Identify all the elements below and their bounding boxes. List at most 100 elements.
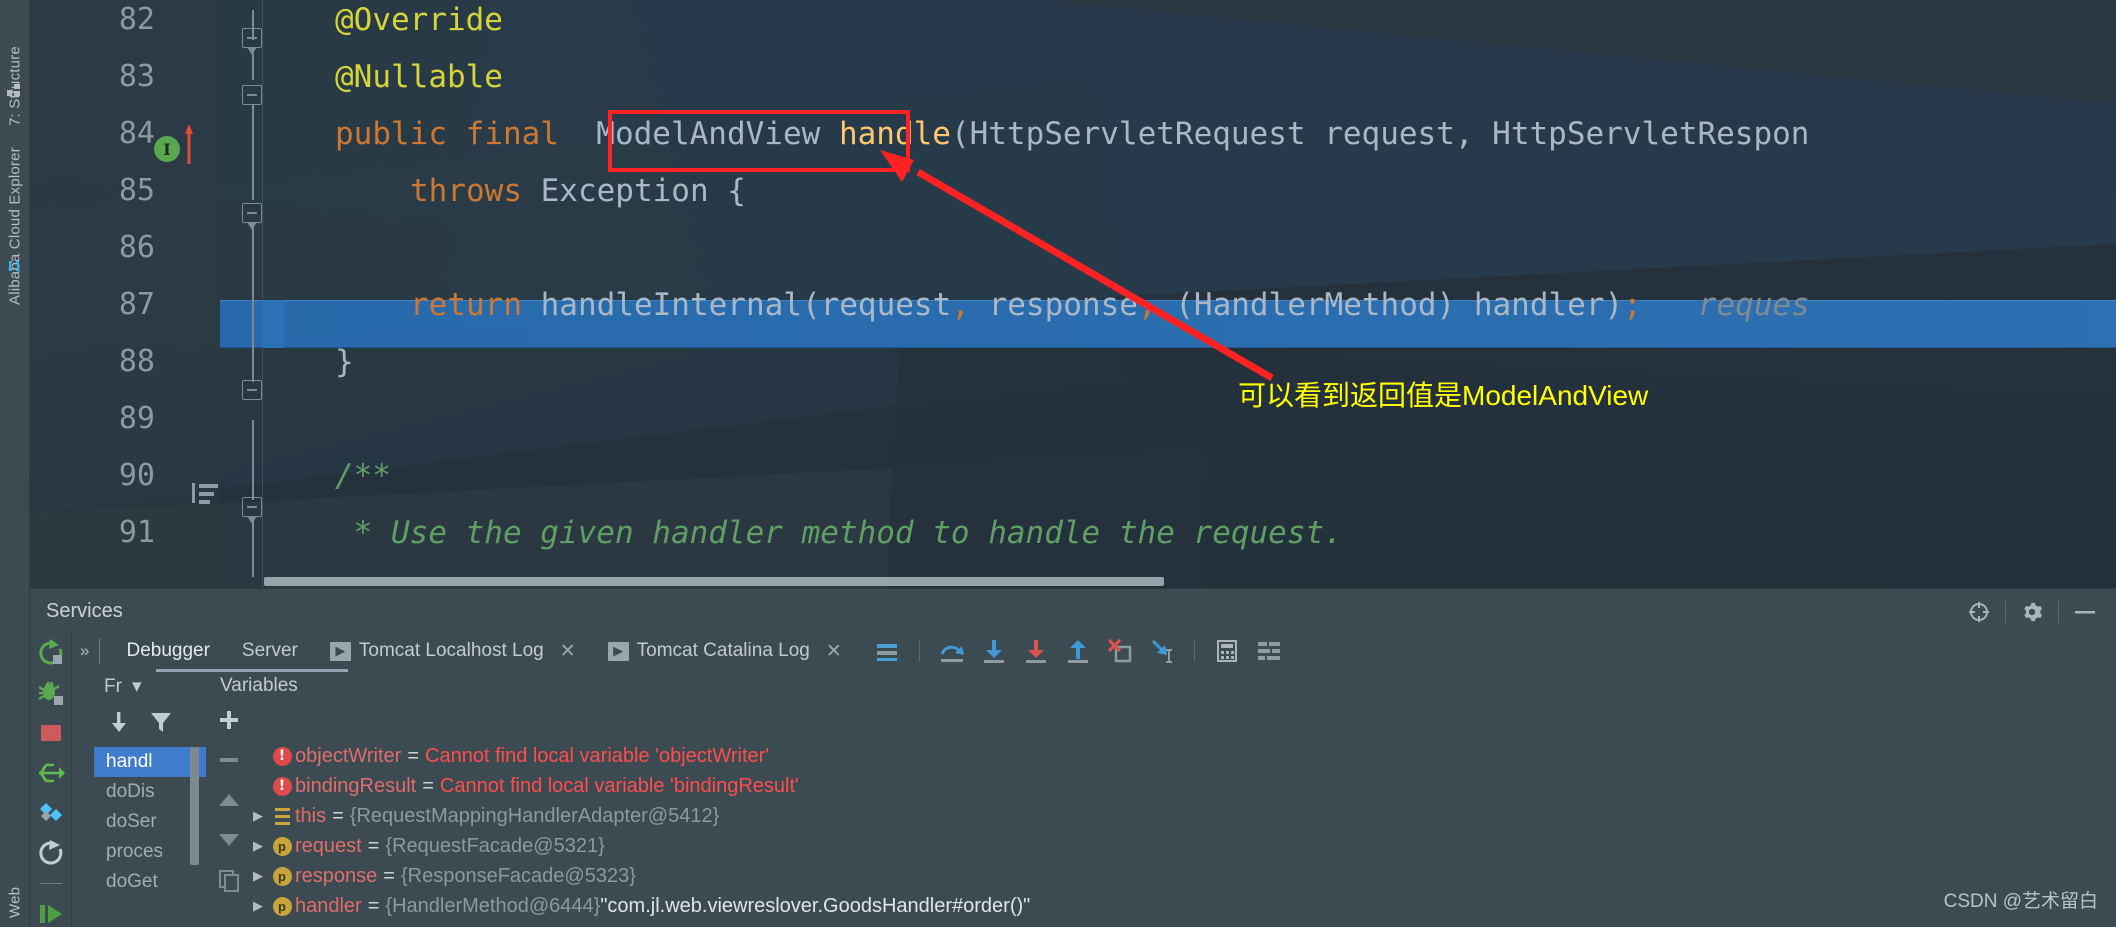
ide-window: I 82 @Override 83 @Nullable 84 public final M… bbox=[0, 0, 2116, 927]
variable-equals: = bbox=[367, 894, 380, 917]
chevron-down-icon[interactable]: ▾ bbox=[132, 675, 142, 698]
code-editor[interactable]: I 82 @Override 83 @Nullable 84 public final M… bbox=[30, 0, 2116, 588]
down-triangle-icon[interactable] bbox=[212, 823, 246, 857]
code-line[interactable]: throws Exception { bbox=[410, 173, 746, 209]
force-step-into-icon[interactable] bbox=[1017, 635, 1055, 667]
play-chip-icon: ▶ bbox=[607, 641, 629, 661]
tab-tomcat-catalina-log-label: Tomcat Catalina Log bbox=[636, 640, 810, 661]
down-arrow-icon[interactable] bbox=[102, 705, 136, 739]
close-icon[interactable]: ✕ bbox=[560, 640, 576, 663]
debug-tab-bar[interactable]: » Debugger Server ▶ Tomcat Localhost Log… bbox=[72, 631, 2116, 672]
variable-row[interactable]: ▶ this = {RequestMappingHandlerAdapter@5412… bbox=[247, 801, 2037, 831]
code-token: (HttpServletRequest request, HttpServlet… bbox=[950, 116, 1810, 152]
sidebar-item-web[interactable]: Web bbox=[0, 858, 30, 918]
run-to-cursor-icon[interactable] bbox=[1143, 635, 1181, 667]
variable-value: {RequestMappingHandlerAdapter@5412} bbox=[349, 804, 720, 827]
variable-value: Cannot find local variable 'bindingResul… bbox=[439, 774, 799, 797]
sidebar-item-alibaba-cloud-explorer[interactable]: Alibaba Cloud Explorer bbox=[0, 120, 30, 305]
breakpoints-diamond-icon[interactable] bbox=[35, 799, 67, 827]
code-line[interactable]: } bbox=[335, 344, 354, 380]
step-over-icon[interactable] bbox=[933, 635, 971, 667]
expand-triangle-icon[interactable]: ▶ bbox=[247, 838, 269, 854]
variable-row[interactable]: ▶ p response = {ResponseFacade@5323} bbox=[247, 861, 2037, 891]
variable-row[interactable]: ▶ p request = {RequestFacade@5321} bbox=[247, 831, 2037, 861]
sidebar-item-web-label: Web bbox=[6, 886, 24, 918]
line-number: 89 bbox=[118, 401, 155, 436]
variable-row[interactable]: ▶ p handler = {HandlerMethod@6444} "com.jl.w… bbox=[247, 891, 2037, 921]
layout-icon[interactable] bbox=[1250, 635, 1288, 667]
left-tool-window-strip[interactable]: 7: Structure Alibaba Cloud Explorer Web bbox=[0, 0, 30, 927]
parameter-p: p bbox=[272, 836, 292, 856]
stop-square-icon[interactable] bbox=[35, 719, 67, 747]
toolbar-divider bbox=[99, 638, 101, 664]
error-badge-icon: ! bbox=[269, 746, 295, 766]
overflow-chevron-icon[interactable]: » bbox=[72, 641, 99, 661]
target-icon[interactable] bbox=[1962, 597, 1996, 627]
variable-name: objectWriter bbox=[295, 744, 402, 767]
code-line[interactable]: @Override bbox=[335, 2, 503, 38]
frame-item[interactable]: doGet bbox=[94, 867, 206, 897]
services-tool-window[interactable]: Services » Debugger Server ▶ Tomcat Loca… bbox=[30, 588, 2116, 927]
frames-thread-selector[interactable]: Fr ▾ bbox=[104, 675, 141, 698]
up-triangle-icon[interactable] bbox=[212, 783, 246, 817]
code-line[interactable]: /** bbox=[335, 458, 391, 494]
tab-server-label: Server bbox=[241, 640, 298, 661]
copy-icon[interactable] bbox=[212, 863, 246, 897]
restart-circle-icon[interactable] bbox=[35, 839, 67, 867]
code-line[interactable]: public final ModelAndView handle(HttpSer… bbox=[335, 116, 1809, 152]
code-token: } bbox=[335, 344, 354, 380]
funnel-icon[interactable] bbox=[144, 705, 178, 739]
variable-row[interactable]: ! bindingResult = Cannot find local variabl… bbox=[247, 771, 2037, 801]
execution-point-icon[interactable] bbox=[868, 635, 906, 667]
expand-triangle-icon[interactable]: ▶ bbox=[247, 898, 269, 914]
plus-icon[interactable] bbox=[212, 703, 246, 737]
mute-breakpoints-icon[interactable] bbox=[35, 759, 67, 787]
code-line[interactable]: * Use the given handler method to handle… bbox=[335, 515, 1343, 551]
expand-triangle-icon[interactable]: ▶ bbox=[247, 868, 269, 884]
parameter-badge-icon: p bbox=[269, 836, 295, 856]
gear-icon[interactable] bbox=[2015, 597, 2049, 627]
minimize-icon[interactable] bbox=[2068, 597, 2102, 627]
run-controls-toolbar[interactable] bbox=[30, 631, 72, 927]
variable-value: {RequestFacade@5321} bbox=[385, 834, 605, 857]
code-line[interactable]: @Nullable bbox=[335, 59, 503, 95]
debugger-actions-toolbar[interactable] bbox=[868, 635, 1288, 667]
services-content[interactable]: » Debugger Server ▶ Tomcat Localhost Log… bbox=[72, 631, 2116, 927]
step-into-icon[interactable] bbox=[975, 635, 1013, 667]
cloud-icon bbox=[9, 261, 19, 271]
variable-name: bindingResult bbox=[295, 774, 417, 797]
code-token: (HandlerMethod) handler) bbox=[1156, 287, 1624, 323]
code-token: , bbox=[1137, 287, 1157, 323]
scrollbar-thumb[interactable] bbox=[264, 577, 1164, 586]
resume-play-icon[interactable] bbox=[35, 900, 67, 927]
frames-scrollbar-thumb[interactable] bbox=[190, 747, 199, 865]
code-token: @Override bbox=[335, 2, 503, 38]
code-line[interactable]: return handleInternal(request, response,… bbox=[410, 287, 1810, 323]
tab-tomcat-catalina-log[interactable]: ▶ Tomcat Catalina Log ✕ bbox=[592, 632, 858, 670]
code-token: ; bbox=[1623, 287, 1642, 323]
rerun-icon[interactable] bbox=[35, 639, 67, 667]
sidebar-item-structure[interactable]: 7: Structure bbox=[0, 6, 30, 126]
parameter-p: p bbox=[272, 866, 292, 886]
tab-tomcat-localhost-log[interactable]: ▶ Tomcat Localhost Log ✕ bbox=[314, 632, 592, 670]
editor-horizontal-scrollbar[interactable] bbox=[264, 577, 2116, 586]
tab-debugger[interactable]: Debugger bbox=[110, 632, 225, 670]
drop-frame-icon[interactable] bbox=[1101, 635, 1139, 667]
close-icon[interactable]: ✕ bbox=[826, 640, 842, 663]
variable-name: request bbox=[295, 834, 362, 857]
services-header-actions[interactable] bbox=[1962, 597, 2102, 627]
parameter-badge-icon: p bbox=[269, 896, 295, 916]
variable-row[interactable]: ! objectWriter = Cannot find local variable… bbox=[247, 741, 2037, 771]
minus-icon[interactable] bbox=[212, 743, 246, 777]
code-token: * Use the given handler method to handle… bbox=[335, 515, 1343, 551]
step-out-icon[interactable] bbox=[1059, 635, 1097, 667]
calculator-icon[interactable] bbox=[1208, 635, 1246, 667]
tab-server[interactable]: Server bbox=[226, 632, 314, 670]
variables-tree[interactable]: ! objectWriter = Cannot find local variable… bbox=[247, 741, 2037, 927]
expand-triangle-icon[interactable]: ▶ bbox=[247, 808, 269, 824]
code-text-layer[interactable]: 82 @Override 83 @Nullable 84 public final Mod… bbox=[30, 0, 2116, 588]
frames-variables-header: Fr ▾ Variables bbox=[72, 671, 2116, 709]
code-token: response bbox=[969, 287, 1138, 323]
debug-bug-icon[interactable] bbox=[35, 679, 67, 707]
variable-equals: = bbox=[367, 834, 380, 857]
